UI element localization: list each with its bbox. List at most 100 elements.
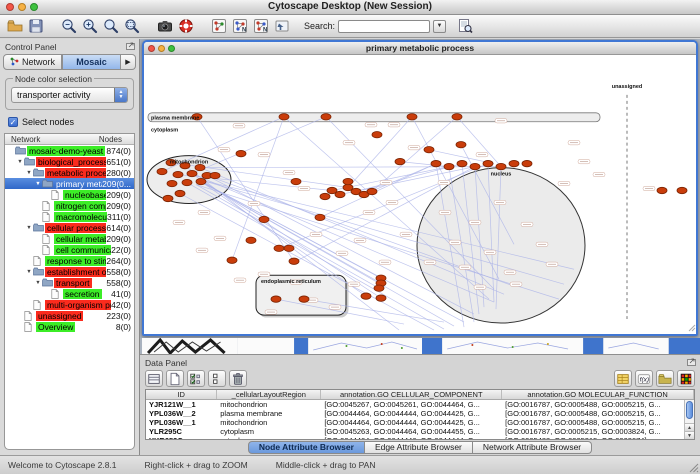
net-close-button[interactable]	[148, 45, 155, 52]
tab-edge-attribute-browser[interactable]: Edge Attribute Browser	[365, 441, 473, 454]
node[interactable]	[279, 114, 289, 120]
node[interactable]	[246, 237, 256, 243]
network-window-titlebar[interactable]: primary metabolic process	[144, 42, 696, 55]
import-network-icon[interactable]: N	[229, 17, 250, 36]
resize-grip-icon[interactable]	[689, 463, 699, 473]
node[interactable]	[470, 163, 480, 169]
tab-overflow-arrow-icon[interactable]: ▶	[121, 54, 136, 70]
tree-row-cellular-metabo[interactable]: cellular metabo209(0)	[5, 233, 134, 244]
node[interactable]	[361, 293, 371, 299]
save-session-icon[interactable]	[25, 17, 46, 36]
import-attributes-icon[interactable]	[656, 370, 674, 387]
tree-row-multi-organism-pro[interactable]: multi-organism pro42(0)	[5, 299, 134, 310]
net-minimize-button[interactable]	[158, 45, 165, 52]
node[interactable]	[320, 193, 330, 199]
node[interactable]	[236, 150, 246, 156]
unselect-attributes-icon[interactable]	[208, 370, 226, 387]
edge[interactable]	[201, 182, 381, 284]
node[interactable]	[452, 114, 462, 120]
select-nodes-checkbox[interactable]: ✓	[8, 117, 18, 127]
node[interactable]	[376, 295, 386, 301]
disclosure-triangle-icon[interactable]: ▼	[25, 269, 33, 275]
network-wizard-icon[interactable]	[208, 17, 229, 36]
color-mapper-icon[interactable]	[677, 370, 695, 387]
disclosure-triangle-icon[interactable]: ▼	[34, 280, 42, 286]
edge[interactable]	[192, 117, 326, 174]
node[interactable]	[182, 179, 192, 185]
node[interactable]	[456, 141, 466, 147]
import-table-icon[interactable]: N	[250, 17, 271, 36]
node[interactable]	[496, 163, 506, 169]
table-scrollbar[interactable]: ▲ ▼	[684, 400, 694, 439]
node[interactable]	[424, 146, 434, 152]
edge[interactable]	[200, 167, 501, 168]
node[interactable]	[444, 163, 454, 169]
node[interactable]	[374, 285, 384, 291]
node[interactable]	[175, 190, 185, 196]
table-row-ypl036w-1[interactable]: YPL036W__1mitochondrion[GO:0044464, GO:0…	[146, 418, 694, 427]
delete-attribute-icon[interactable]	[229, 370, 247, 387]
tree-row-macromolecule[interactable]: macromolecule311(0)	[5, 211, 134, 222]
tree-row-cell-communicat[interactable]: cell communicat22(0)	[5, 244, 134, 255]
search-input[interactable]	[338, 20, 430, 33]
node[interactable]	[259, 216, 269, 222]
tree-row-mosaic-demo-yeast[interactable]: mosaic-demo-yeast874(0)	[5, 145, 134, 156]
column-header-annotation-go-cellular-component[interactable]: annotation.GO CELLULAR_COMPONENT	[321, 390, 502, 399]
function-builder-icon[interactable]: f(x)	[635, 370, 653, 387]
node[interactable]	[522, 160, 532, 166]
tree-row-metabolic-process[interactable]: ▼metabolic process280(0)	[5, 167, 134, 178]
tree-row-overview[interactable]: Overview8(0)	[5, 321, 134, 332]
close-button[interactable]	[6, 3, 14, 11]
tree-row-secretion[interactable]: secretion41(0)	[5, 288, 134, 299]
node[interactable]	[196, 178, 206, 184]
node[interactable]	[173, 171, 183, 177]
node[interactable]	[291, 178, 301, 184]
node[interactable]	[227, 257, 237, 263]
zoom-in-icon[interactable]: +	[79, 17, 100, 36]
node-color-dropdown[interactable]: transporter activity ▲▼	[11, 87, 128, 103]
node[interactable]	[163, 195, 173, 201]
canvas-resize-grip-icon[interactable]	[689, 325, 695, 331]
float-panel-icon[interactable]	[126, 42, 135, 52]
node[interactable]	[299, 296, 309, 302]
open-network-icon[interactable]	[4, 17, 25, 36]
scroll-down-icon[interactable]: ▼	[685, 431, 694, 439]
tree-row-cellular-process[interactable]: ▼cellular process614(0)	[5, 222, 134, 233]
node[interactable]	[407, 114, 417, 120]
tree-row-nitrogen-compo[interactable]: nitrogen compo209(0)	[5, 200, 134, 211]
network-canvas[interactable]: plasma membranecytoplasmmitochondrionnuc…	[144, 55, 696, 334]
tree-row-primary-metabo[interactable]: ▼primary metabo209(0...	[5, 178, 134, 189]
tab-mosaic[interactable]: Mosaic	[62, 54, 121, 70]
tree-row-transport[interactable]: ▼transport558(0)	[5, 277, 134, 288]
edge[interactable]	[348, 117, 412, 188]
node[interactable]	[284, 245, 294, 251]
tree-row-establishment-of-lo[interactable]: ▼establishment of lo558(0)	[5, 266, 134, 277]
table-row-ypl036w-2[interactable]: YPL036W__2plasma membrane[GO:0044464, GO…	[146, 409, 694, 418]
tab-network[interactable]: Network	[3, 54, 62, 70]
zoom-selected-region-icon[interactable]	[121, 17, 142, 36]
node[interactable]	[372, 132, 382, 138]
zoom-button[interactable]	[30, 3, 38, 11]
node[interactable]	[483, 160, 493, 166]
disclosure-triangle-icon[interactable]: ▼	[25, 170, 33, 176]
attribute-table-icon[interactable]	[145, 370, 163, 387]
scrollbar-thumb[interactable]	[686, 401, 693, 419]
snapshot-camera-icon[interactable]	[154, 17, 175, 36]
node[interactable]	[187, 170, 197, 176]
zoom-out-icon[interactable]: −	[58, 17, 79, 36]
tree-row-biological-process[interactable]: ▼biological_process651(0)	[5, 156, 134, 167]
select-attributes-icon[interactable]	[187, 370, 205, 387]
net-zoom-button[interactable]	[168, 45, 175, 52]
node[interactable]	[210, 172, 220, 178]
node[interactable]	[395, 158, 405, 164]
node[interactable]	[335, 191, 345, 197]
table-row-ykr052c[interactable]: YKR052Ccytoplasm[GO:0044464, GO:0044446,…	[146, 436, 694, 440]
search-dropdown-arrow-icon[interactable]: ▼	[433, 20, 446, 33]
disclosure-triangle-icon[interactable]: ▼	[34, 181, 42, 187]
tree-row-response-to-stimulu[interactable]: response to stimulu264(0)	[5, 255, 134, 266]
data-panel-float-icon[interactable]	[687, 358, 696, 368]
node[interactable]	[289, 258, 299, 264]
tree-row-nucleobase[interactable]: nucleobase-209(0)	[5, 189, 134, 200]
node[interactable]	[167, 180, 177, 186]
zoom-fit-icon[interactable]	[100, 17, 121, 36]
